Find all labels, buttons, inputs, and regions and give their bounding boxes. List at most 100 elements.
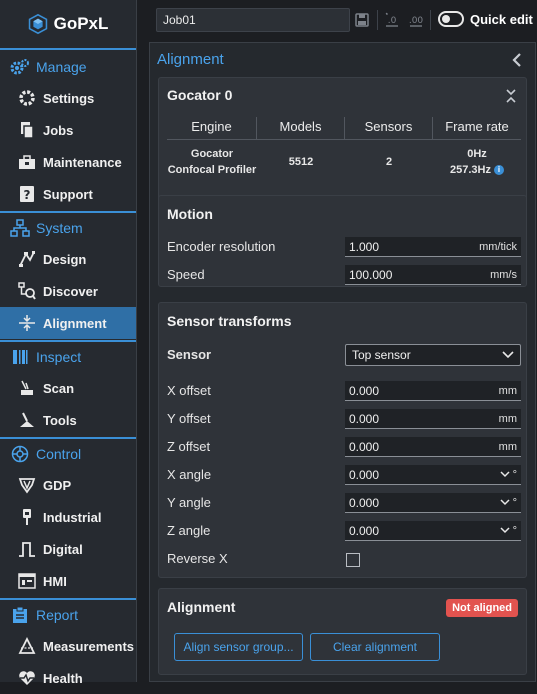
encoder-resolution-input[interactable]: 1.000 mm/tick (345, 237, 521, 257)
design-icon (17, 249, 37, 269)
z-angle-input[interactable]: 0.000 ° (345, 521, 521, 541)
alignment-card: Alignment Not aligned Align sensor group… (158, 588, 527, 675)
sidebar-item-settings[interactable]: Settings (0, 82, 136, 114)
sensor-select[interactable]: Top sensor (345, 344, 521, 366)
svg-text:.00: .00 (409, 16, 424, 26)
measurements-icon (17, 636, 37, 656)
field-label: Z angle (167, 523, 211, 538)
gopxl-logo-icon (28, 13, 48, 35)
section-system[interactable]: System (0, 213, 136, 243)
gdp-icon (17, 475, 37, 495)
angle-unit: ° (500, 497, 517, 509)
app-logo[interactable]: GoPxL (0, 0, 136, 50)
section-label: System (36, 220, 83, 236)
sidebar-item-hmi[interactable]: HMI (0, 565, 136, 597)
section-label: Inspect (36, 349, 82, 365)
sidebar-item-alignment[interactable]: Alignment (0, 307, 136, 339)
sidebar-item-digital[interactable]: Digital (0, 533, 136, 565)
sidebar-item-label: HMI (43, 573, 67, 589)
speed-input[interactable]: 100.000 mm/s (345, 265, 521, 285)
sidebar-item-label: GDP (43, 477, 72, 493)
industrial-icon (17, 507, 37, 527)
field-unit: mm (498, 440, 517, 453)
field-value: 0.000 (349, 439, 380, 454)
section-report[interactable]: Report (0, 600, 136, 630)
column-header: Frame rate (445, 119, 509, 134)
sidebar-item-scan[interactable]: Scan (0, 372, 136, 404)
sidebar-item-label: Maintenance (43, 154, 122, 170)
column-header: Sensors (345, 117, 433, 139)
sidebar-item-label: Industrial (43, 509, 102, 525)
y-angle-input[interactable]: 0.000 ° (345, 493, 521, 513)
field-label: Y angle (167, 495, 211, 510)
sensor-table-header: Engine Models Sensors Frame rate (167, 117, 521, 140)
quick-edit-toggle[interactable] (438, 11, 464, 27)
discover-icon (17, 281, 37, 301)
network-icon (10, 218, 30, 238)
chevron-down-icon (500, 526, 510, 533)
app-name: GoPxL (53, 14, 109, 33)
job-name-input[interactable] (156, 8, 350, 32)
field-value: 100.000 (349, 267, 393, 282)
sidebar-item-label: Alignment (43, 315, 107, 331)
sidebar-item-tools[interactable]: Tools (0, 404, 136, 436)
frame-rate-cell: 0Hz 257.3Hz i (433, 146, 521, 178)
align-sensor-group-button[interactable]: Align sensor group... (174, 633, 303, 661)
sidebar-item-discover[interactable]: Discover (0, 275, 136, 307)
save-icon[interactable] (352, 10, 372, 30)
alignment-panel: Alignment Gocator 0 Engine Models Sensor… (149, 42, 536, 682)
tools-icon (17, 410, 37, 430)
field-unit: ° (512, 524, 517, 537)
collapse-card-icon[interactable] (504, 88, 518, 107)
scan-icon (17, 378, 37, 398)
sensor-transforms-card: Sensor transforms Sensor Top sensor X of… (158, 302, 527, 578)
sidebar-item-label: Health (43, 670, 83, 686)
section-control[interactable]: Control (0, 439, 136, 469)
x-angle-input[interactable]: 0.000 ° (345, 465, 521, 485)
svg-text:.0: .0 (388, 16, 397, 26)
svg-text:?: ? (24, 188, 31, 202)
collapse-panel-icon[interactable] (509, 51, 525, 69)
clear-alignment-button[interactable]: Clear alignment (310, 633, 440, 661)
digital-signal-icon (17, 539, 37, 559)
sidebar-item-label: Design (43, 251, 87, 267)
field-label: X offset (167, 383, 211, 398)
help-icon: ? (17, 184, 37, 204)
top-toolbar: .0 .00 Quick edit (138, 0, 537, 40)
models-cell: 5512 (288, 156, 314, 168)
field-label: X angle (167, 467, 212, 482)
frame-rate-secondary: 257.3Hz (450, 164, 491, 176)
section-label: Control (36, 446, 82, 462)
field-unit: mm (498, 384, 517, 397)
section-manage[interactable]: Manage (0, 52, 136, 82)
sidebar-item-gdp[interactable]: GDP (0, 469, 136, 501)
section-inspect[interactable]: Inspect (0, 342, 136, 372)
load-double-zero-icon[interactable]: .00 (406, 10, 426, 30)
angle-unit: ° (500, 469, 517, 481)
sensors-cell: 2 (385, 156, 393, 168)
angle-unit: ° (500, 525, 517, 537)
field-value: 0.000 (349, 467, 380, 482)
load-zero-icon[interactable]: .0 (382, 10, 402, 30)
x-offset-input[interactable]: 0.000 mm (345, 381, 521, 401)
sidebar-item-label: Settings (43, 90, 95, 106)
section-label: Manage (36, 59, 87, 75)
sidebar-item-industrial[interactable]: Industrial (0, 501, 136, 533)
y-offset-input[interactable]: 0.000 mm (345, 409, 521, 429)
motion-card: Motion Encoder resolution 1.000 mm/tick … (158, 195, 527, 287)
sidebar-item-support[interactable]: ? Support (0, 178, 136, 210)
info-icon[interactable]: i (493, 165, 504, 176)
hmi-icon (17, 571, 37, 591)
table-row: Gocator Confocal Profiler 5512 2 0Hz 257… (167, 146, 521, 178)
control-icon (10, 444, 30, 464)
inspect-icon (10, 347, 30, 367)
sidebar-item-measurements[interactable]: Measurements (0, 630, 136, 662)
sidebar-item-design[interactable]: Design (0, 243, 136, 275)
z-offset-input[interactable]: 0.000 mm (345, 437, 521, 457)
sidebar-item-jobs[interactable]: Jobs (0, 114, 136, 146)
reverse-x-checkbox[interactable] (346, 553, 360, 567)
sidebar-item-maintenance[interactable]: Maintenance (0, 146, 136, 178)
field-unit: ° (512, 468, 517, 481)
sidebar-item-health[interactable]: Health (0, 662, 136, 694)
page-title: Alignment (157, 51, 224, 68)
